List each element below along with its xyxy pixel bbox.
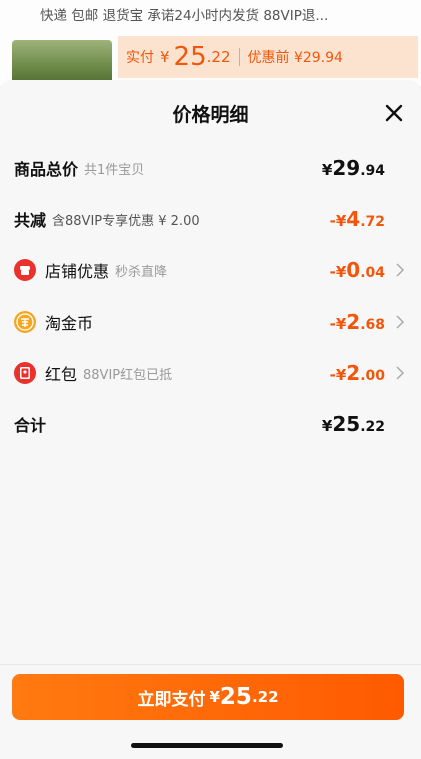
row-subtotal: 合计 ¥25.22 xyxy=(0,406,421,442)
home-indicator xyxy=(131,743,283,748)
row-label: 共减 xyxy=(14,211,47,230)
actual-pay-label: 实付 xyxy=(126,50,154,66)
row-sub: 含88VIP专享优惠 ¥ 2.00 xyxy=(52,213,200,229)
actual-pay-decimal: .22 xyxy=(206,48,231,66)
row-goods-total: 商品总价 共1件宝贝 ¥29.94 xyxy=(0,150,421,186)
row-total-discount: 共减 含88VIP专享优惠 ¥ 2.00 -¥4.72 xyxy=(0,201,421,237)
row-sub: 88VIP红包已抵 xyxy=(83,367,173,383)
price-before-discount: 优惠前 ¥29.94 xyxy=(247,50,343,66)
row-label: 淘金币 xyxy=(45,314,94,333)
pay-button-label: 立即支付 xyxy=(137,689,206,710)
currency-symbol: ¥ xyxy=(160,48,170,66)
actual-pay-integer: 25 xyxy=(173,42,207,72)
row-label: 店铺优惠 xyxy=(45,262,110,281)
service-tags: 快递 包邮 退货宝 承诺24小时内发货 88VIP退... xyxy=(40,8,329,24)
bottom-divider xyxy=(0,664,421,665)
sheet-title: 价格明细 xyxy=(172,104,249,126)
row-amount: -¥0.04 xyxy=(329,258,385,282)
pay-button-decimal: .22 xyxy=(251,688,279,706)
row-amount: -¥2.00 xyxy=(329,361,385,385)
price-detail-sheet: 价格明细 商品总价 共1件宝贝 ¥29.94 共减 含88VIP专享优惠 ¥ 2… xyxy=(0,80,421,759)
row-shop-discount[interactable]: 店铺优惠 秒杀直降 -¥0.04 xyxy=(0,252,421,288)
chevron-right-icon xyxy=(396,263,405,277)
row-label: 合计 xyxy=(14,416,47,435)
row-label: 商品总价 xyxy=(14,160,79,179)
pay-now-button[interactable]: 立即支付 ¥ 25 .22 xyxy=(12,674,404,720)
red-packet-icon xyxy=(14,362,36,384)
price-banner: 实付 ¥ 25 .22 优惠前 ¥29.94 xyxy=(118,36,418,78)
chevron-right-icon xyxy=(396,315,405,329)
pay-button-integer: 25 xyxy=(219,684,252,710)
row-taojinbi[interactable]: 淘金币 -¥2.68 xyxy=(0,304,421,340)
chevron-right-icon xyxy=(396,366,405,380)
close-icon[interactable] xyxy=(383,102,405,124)
row-sub: 秒杀直降 xyxy=(115,264,168,280)
taojinbi-coin-icon xyxy=(14,311,36,333)
shop-coupon-icon xyxy=(14,259,36,281)
row-amount: ¥25.22 xyxy=(321,412,385,436)
row-amount: ¥29.94 xyxy=(321,156,385,180)
row-sub: 共1件宝贝 xyxy=(84,162,145,178)
row-red-packet[interactable]: 红包 88VIP红包已抵 -¥2.00 xyxy=(0,355,421,391)
row-amount: -¥2.68 xyxy=(329,310,385,334)
price-separator xyxy=(238,48,240,66)
row-label: 红包 xyxy=(45,365,78,384)
pay-button-symbol: ¥ xyxy=(209,688,220,706)
row-amount: -¥4.72 xyxy=(329,207,385,231)
